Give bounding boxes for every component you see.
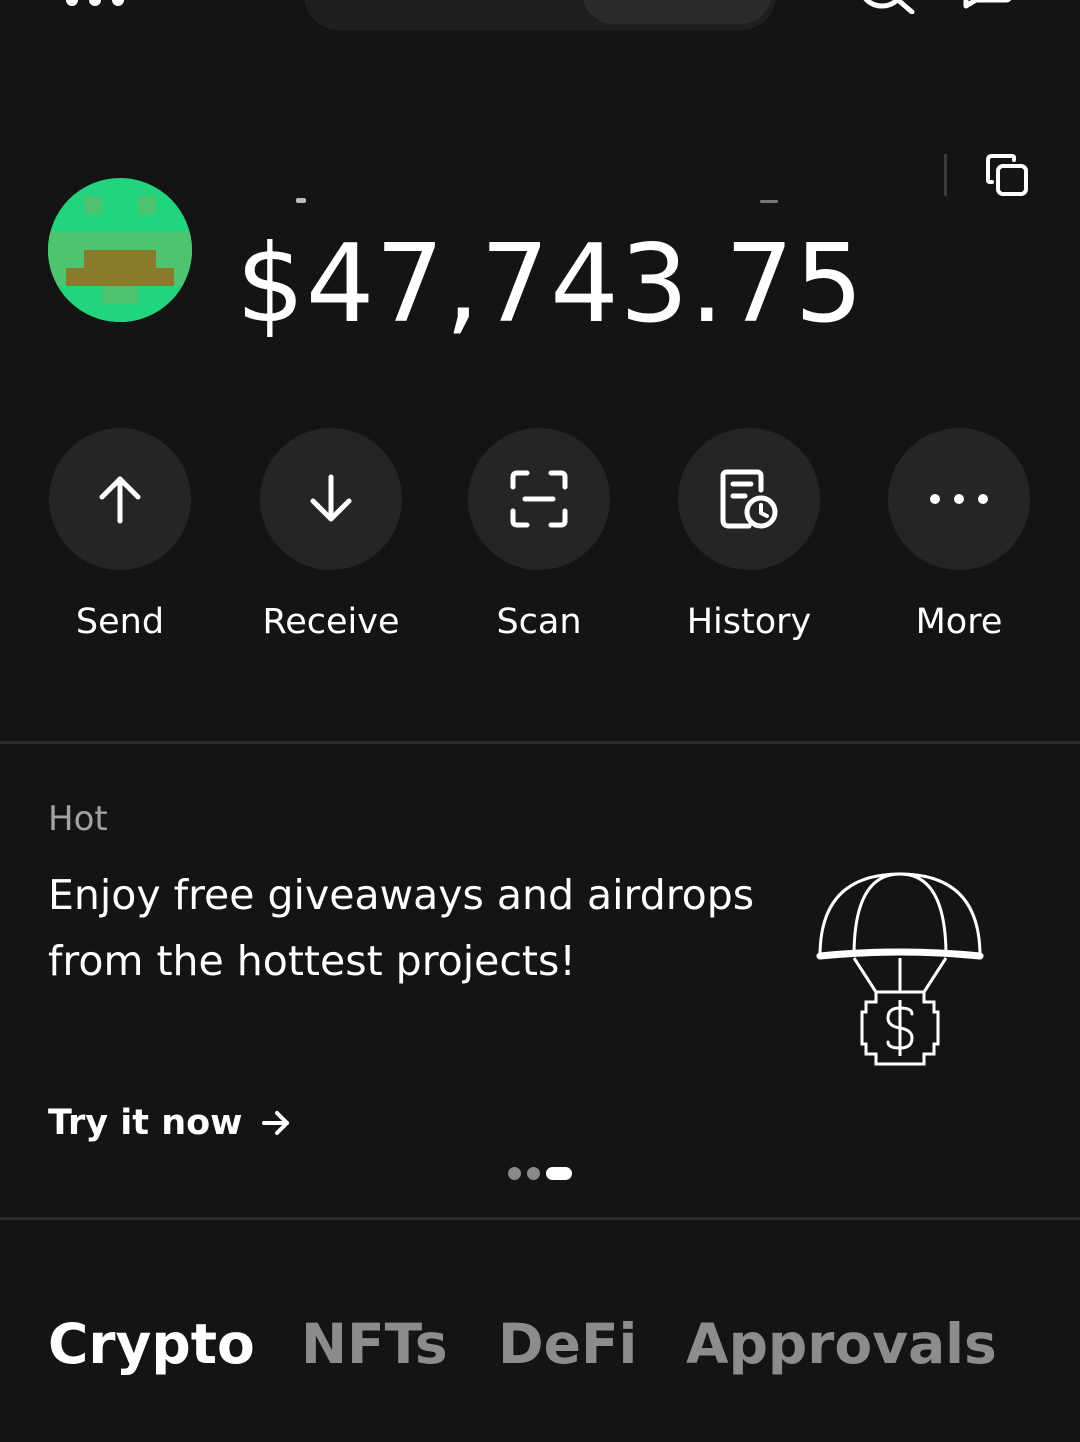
tab-nfts[interactable]: NFTs xyxy=(301,1304,448,1384)
scan-button[interactable]: Scan xyxy=(434,428,644,648)
carousel-dot-1[interactable] xyxy=(508,1166,521,1180)
mode-switch-label-fragment xyxy=(482,0,510,8)
asset-tabs: Crypto NFTs DeFi Approvals xyxy=(0,1304,1080,1384)
promo-headline: Enjoy free giveaways and airdrops from t… xyxy=(48,871,755,985)
send-label: Send xyxy=(75,602,165,642)
search-icon[interactable] xyxy=(856,0,920,14)
scan-label: Scan xyxy=(496,602,582,642)
scan-icon xyxy=(510,470,568,528)
scan-circle[interactable] xyxy=(468,428,610,570)
arrow-up-icon xyxy=(99,476,141,524)
history-button[interactable]: History xyxy=(644,428,854,648)
try-it-now-link[interactable]: Try it now xyxy=(48,1098,291,1148)
carousel-dot-3-active[interactable] xyxy=(546,1166,572,1180)
promo-tag: Hot xyxy=(48,799,108,839)
avatar[interactable] xyxy=(48,178,192,322)
tab-crypto[interactable]: Crypto xyxy=(48,1304,255,1384)
more-button[interactable]: More xyxy=(854,428,1064,648)
more-circle[interactable] xyxy=(888,428,1030,570)
tab-approvals[interactable]: Approvals xyxy=(686,1304,997,1384)
divider-top xyxy=(0,741,1080,744)
carousel-pager xyxy=(508,1166,572,1180)
more-label: More xyxy=(915,602,1003,642)
parachute-airdrop-icon xyxy=(816,872,984,1066)
send-button[interactable]: Send xyxy=(15,428,225,648)
receive-circle[interactable] xyxy=(260,428,402,570)
menu-dots-icon[interactable] xyxy=(64,0,126,10)
try-it-now-label: Try it now xyxy=(48,1103,243,1143)
top-bar xyxy=(0,0,1080,40)
total-balance: $47,743.75 xyxy=(236,222,865,347)
mode-switch-active-pill[interactable] xyxy=(582,0,772,24)
receive-button[interactable]: Receive xyxy=(226,428,436,648)
arrow-down-icon xyxy=(310,474,352,522)
mode-switch[interactable] xyxy=(304,0,776,30)
history-label: History xyxy=(686,602,812,642)
receive-label: Receive xyxy=(262,602,400,642)
send-circle[interactable] xyxy=(49,428,191,570)
copy-icon[interactable] xyxy=(984,152,1032,200)
chat-icon[interactable] xyxy=(962,0,1012,10)
more-dots-icon xyxy=(930,494,988,504)
arrow-right-icon xyxy=(261,1111,289,1135)
history-icon xyxy=(720,469,778,529)
carousel-dot-2[interactable] xyxy=(527,1166,540,1180)
quick-actions: Send Receive Scan History More xyxy=(0,428,1080,658)
tab-defi[interactable]: DeFi xyxy=(498,1304,637,1384)
header-divider xyxy=(944,154,947,196)
history-circle[interactable] xyxy=(678,428,820,570)
pixel-avatar-icon xyxy=(48,178,192,322)
divider-bottom xyxy=(0,1217,1080,1220)
wallet-name-fragment xyxy=(296,198,778,203)
